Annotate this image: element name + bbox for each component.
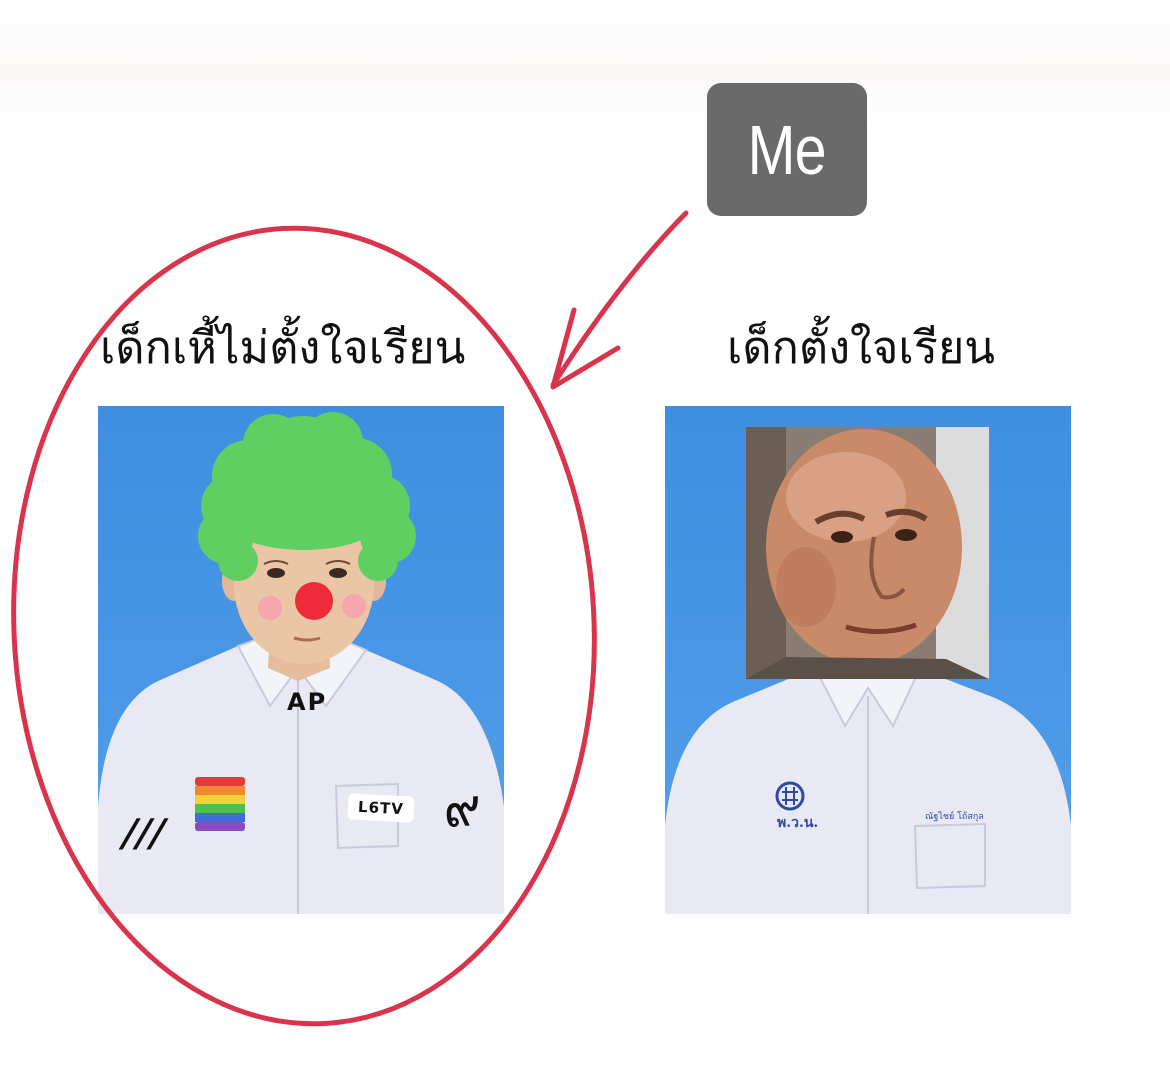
me-label: Me <box>747 110 827 189</box>
student-name: ณัฐไชย์ โถ้สกุล <box>925 812 984 822</box>
rainbow-flag <box>195 777 245 831</box>
caption-right: เด็กตั้งใจเรียน <box>727 321 996 374</box>
left-cheek <box>258 596 282 620</box>
student-photo-right: พ.ว.น. ณัฐไชย์ โถ้สกุล <box>665 406 1071 914</box>
meme-canvas: Me เด็กเหี้ไม่ตั้งใจเรียน เด็กตั้งใจเรีย… <box>0 0 1170 1087</box>
name-tag-doodle: L6TV <box>347 793 415 823</box>
school-name: พ.ว.น. <box>777 815 819 831</box>
pointer-arrow-head <box>550 307 621 390</box>
right-cheek <box>342 594 366 618</box>
clown-nose <box>295 582 333 620</box>
pasted-face-drawing <box>746 427 989 679</box>
caption-left: เด็กเหี้ไม่ตั้งใจเรียน <box>100 321 466 374</box>
sleeve-number-doodle: ๙ <box>441 777 484 841</box>
neck-doodle: AP <box>287 688 328 716</box>
pointer-arrow-shaft <box>550 210 689 388</box>
student-photo-left: AP L6TV /// ๙ <box>98 406 504 914</box>
pasted-face-photo <box>746 427 989 679</box>
top-band <box>0 0 1170 130</box>
me-badge: Me <box>707 83 867 216</box>
